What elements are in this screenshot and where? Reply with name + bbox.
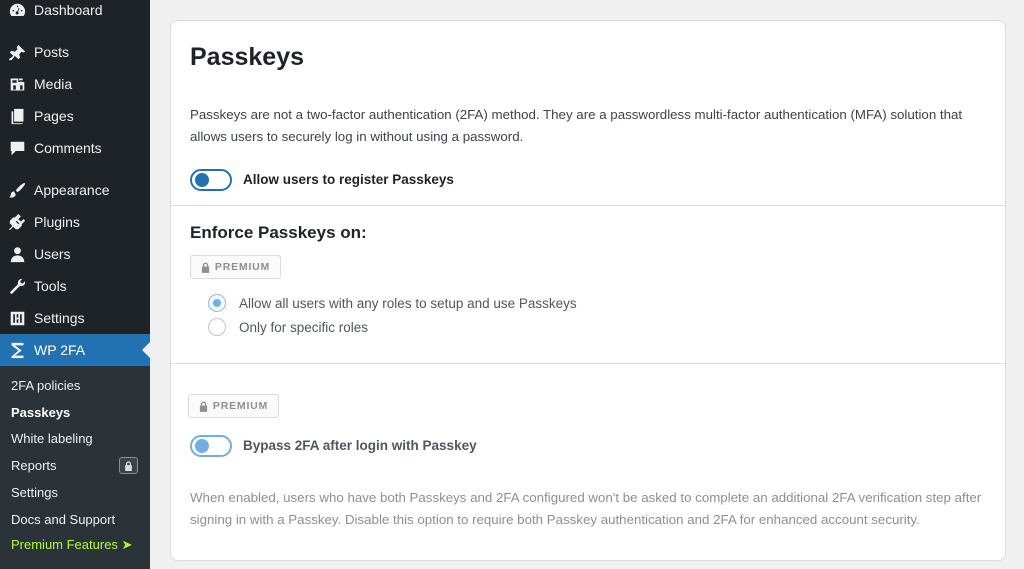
premium-badge: PREMIUM — [190, 255, 281, 279]
sidebar-item-dashboard[interactable]: Dashboard — [0, 0, 150, 26]
brush-icon — [8, 181, 26, 199]
sidebar-item-label: Users — [34, 246, 71, 262]
wrench-icon — [8, 277, 26, 295]
lock-icon — [201, 262, 210, 273]
sidebar-item-pages[interactable]: Pages — [0, 100, 150, 132]
sidebar-item-label: Settings — [34, 310, 85, 326]
sidebar-item-wp-2fa[interactable]: WP 2FA — [0, 334, 150, 366]
passkeys-description: Passkeys are not a two-factor authentica… — [190, 107, 963, 144]
page-title: Passkeys — [190, 43, 305, 71]
submenu-item-premium-features[interactable]: Premium Features ➤ — [0, 532, 150, 558]
sidebar-item-media[interactable]: Media — [0, 68, 150, 100]
radio-button[interactable] — [208, 294, 226, 312]
sidebar-item-settings[interactable]: Settings — [0, 302, 150, 334]
sidebar-item-plugins[interactable]: Plugins — [0, 206, 150, 238]
radio-specific-roles[interactable]: Only for specific roles — [208, 318, 368, 336]
submenu-item-passkeys[interactable]: Passkeys — [0, 399, 150, 425]
sidebar-item-label: Appearance — [34, 182, 110, 198]
pin-icon — [8, 43, 26, 61]
submenu-item-settings[interactable]: Settings — [0, 479, 150, 505]
sidebar-item-posts[interactable]: Posts — [0, 36, 150, 68]
user-icon — [8, 245, 26, 263]
submenu-item-reports[interactable]: Reports — [0, 452, 150, 478]
submenu-item-white-labeling[interactable]: White labeling — [0, 425, 150, 451]
section-divider — [171, 363, 1005, 364]
sidebar-item-label: Plugins — [34, 214, 80, 230]
wp2fa-submenu: 2FA policies Passkeys White labeling Rep… — [0, 366, 150, 569]
allow-passkeys-toggle[interactable] — [190, 169, 232, 191]
sidebar-item-label: Media — [34, 76, 73, 92]
sidebar-item-label: Dashboard — [34, 2, 103, 18]
submenu-item-2fa-policies[interactable]: 2FA policies — [0, 372, 150, 398]
sidebar-item-tools[interactable]: Tools — [0, 270, 150, 302]
bypass-2fa-label: Bypass 2FA after login with Passkey — [243, 438, 477, 453]
sidebar-item-label: Tools — [34, 278, 67, 294]
pages-icon — [8, 107, 26, 125]
bypass-2fa-toggle[interactable] — [190, 435, 232, 457]
passkeys-settings-card: Passkeys Passkeys are not a two-factor a… — [170, 20, 1006, 561]
sidebar-item-label: WP 2FA — [34, 342, 86, 358]
premium-badge: PREMIUM — [188, 394, 279, 418]
sidebar-item-label: Pages — [34, 108, 74, 124]
section-divider — [171, 205, 1005, 206]
lock-icon — [119, 457, 138, 474]
wp2fa-icon — [8, 341, 26, 359]
sidebar-item-appearance[interactable]: Appearance — [0, 174, 150, 206]
sidebar-item-label: Posts — [34, 44, 70, 60]
submenu-item-docs-support[interactable]: Docs and Support — [0, 506, 150, 532]
dashboard-icon — [8, 1, 26, 19]
enforce-passkeys-heading: Enforce Passkeys on: — [190, 223, 367, 242]
sidebar-item-comments[interactable]: Comments — [0, 132, 150, 164]
toggle-knob — [195, 439, 209, 453]
allow-passkeys-label: Allow users to register Passkeys — [243, 172, 454, 187]
comment-icon — [8, 139, 26, 157]
media-icon — [8, 75, 26, 93]
sidebar-item-label: Comments — [34, 140, 102, 156]
sliders-icon — [8, 309, 26, 327]
radio-button[interactable] — [208, 318, 226, 336]
radio-all-users[interactable]: Allow all users with any roles to setup … — [208, 294, 577, 312]
plugin-icon — [8, 213, 26, 231]
admin-sidebar: Dashboard Posts Media Pages Comments App… — [0, 0, 150, 569]
bypass-2fa-note: When enabled, users who have both Passke… — [190, 490, 982, 527]
toggle-knob — [195, 173, 209, 187]
sidebar-item-users[interactable]: Users — [0, 238, 150, 270]
lock-icon — [199, 401, 208, 412]
